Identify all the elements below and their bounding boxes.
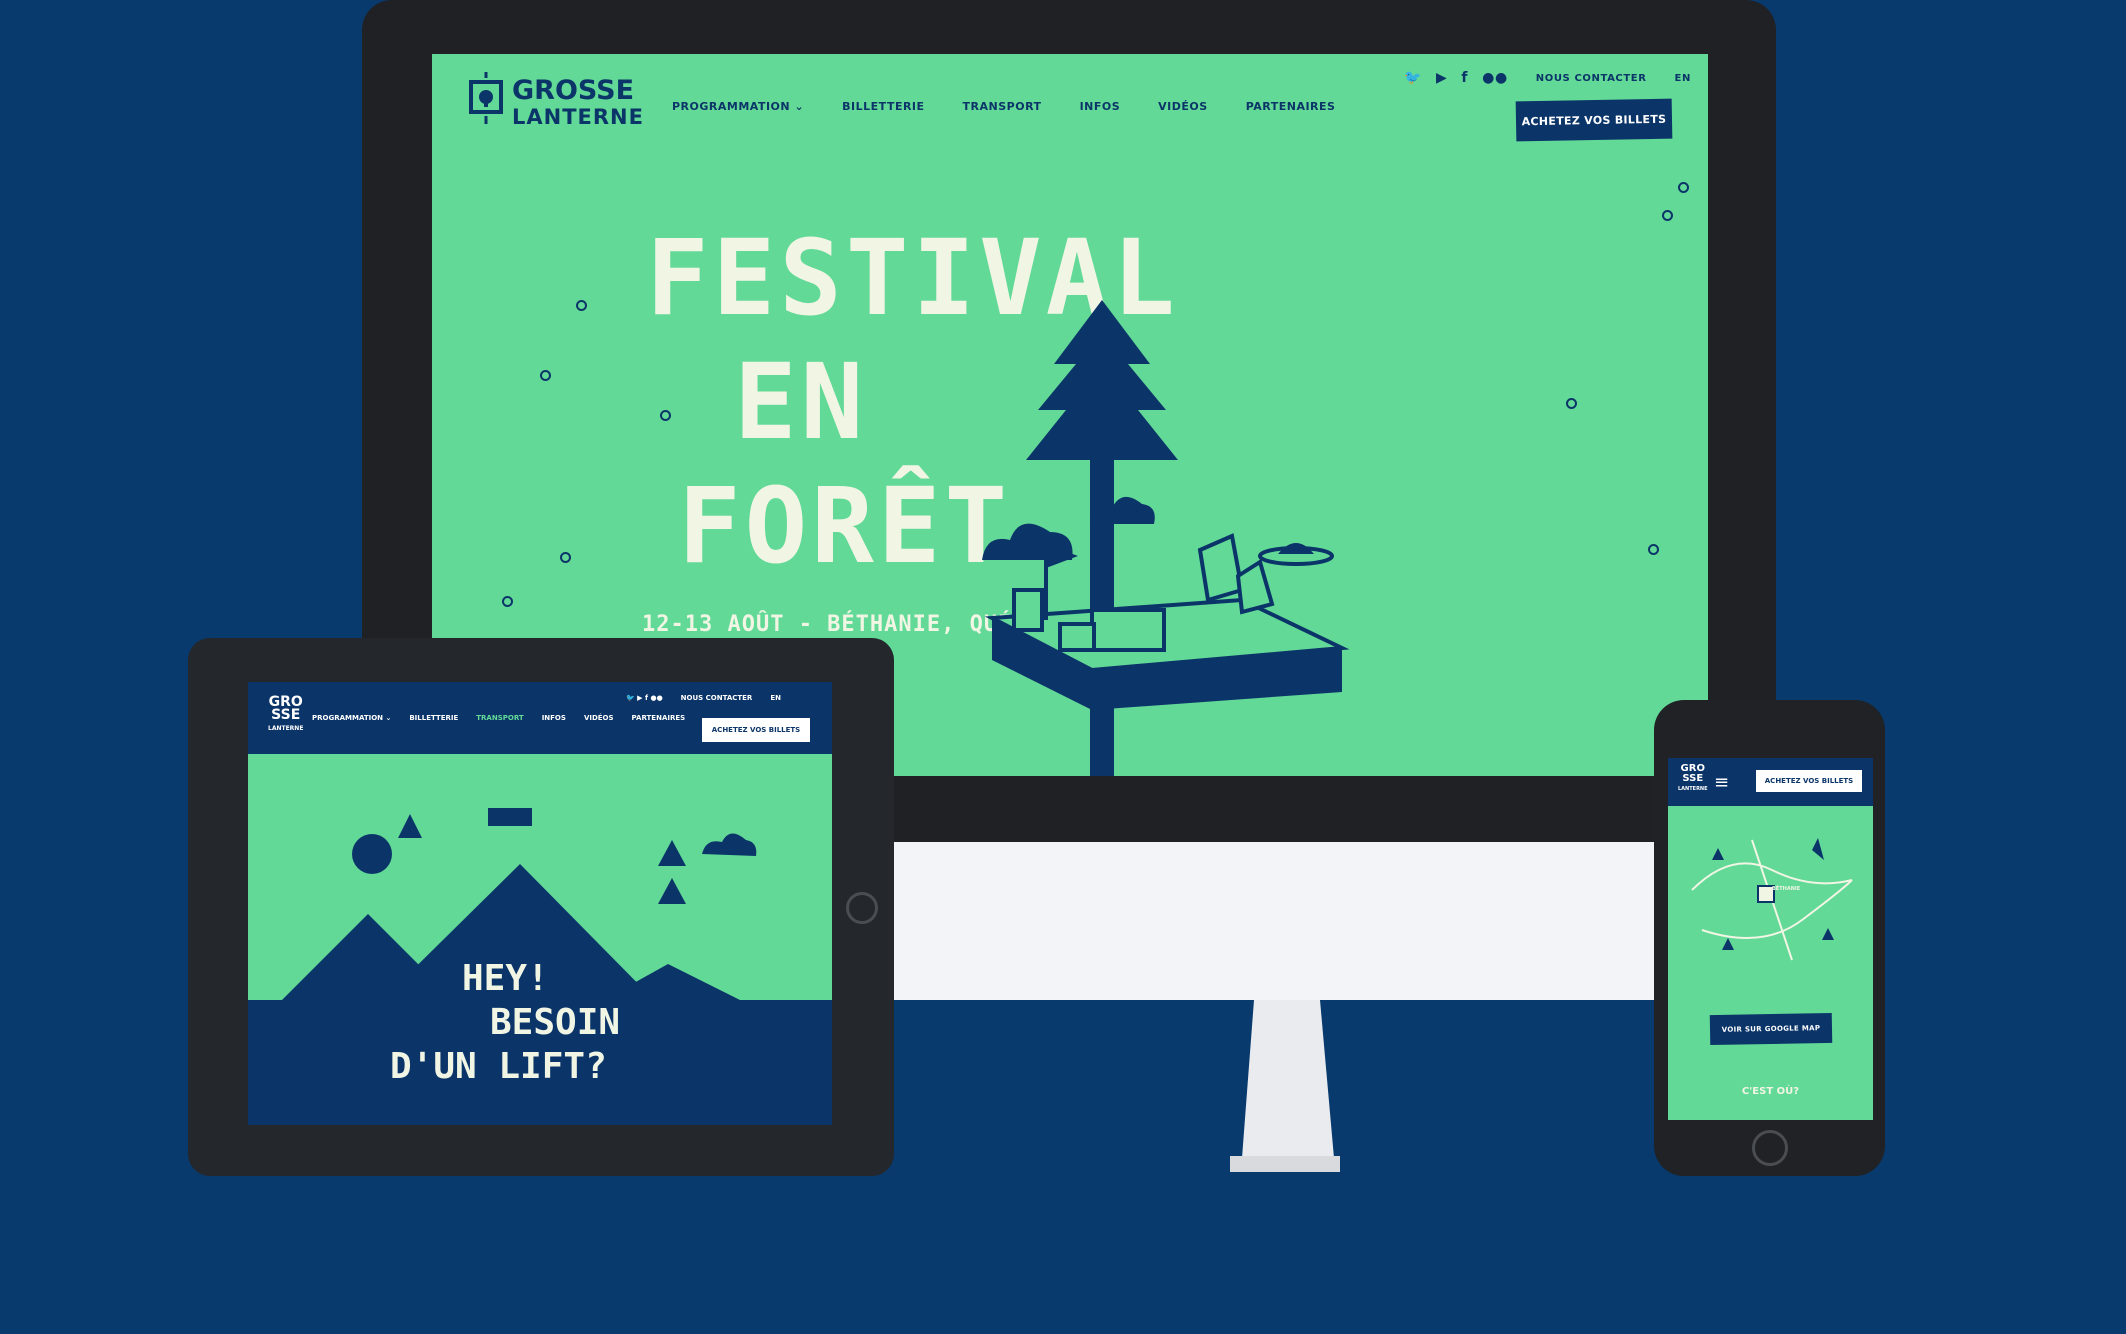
decor-dot — [1566, 398, 1577, 409]
tablet-logo-line-2: SSE — [271, 707, 301, 723]
tablet-hero-line-1: HEY! — [462, 958, 549, 999]
tablet-buy-tickets-button[interactable]: ACHETEZ VOS BILLETS — [702, 718, 810, 742]
nav-videos[interactable]: VIDÉOS — [1158, 100, 1208, 113]
location-section-title: C'EST OÙ? — [1741, 1086, 1800, 1097]
nav-transport[interactable]: TRANSPORT — [963, 100, 1042, 113]
tablet-nav: PROGRAMMATION ⌄ BILLETTERIE TRANSPORT IN… — [312, 714, 685, 722]
phone-header: GRO SSE LANTERNE ≡ ACHETEZ VOS BILLETS — [1668, 758, 1873, 806]
top-links: 🐦 ▶ f ●● NOUS CONTACTER EN — [1404, 70, 1691, 86]
nav-programmation[interactable]: PROGRAMMATION ⌄ — [672, 100, 804, 113]
nav-partenaires[interactable]: PARTENAIRES — [1246, 100, 1336, 113]
youtube-icon[interactable]: ▶ — [1436, 70, 1447, 86]
phone-logo-line-2: SSE — [1682, 773, 1704, 784]
tablet-nav-infos[interactable]: INFOS — [542, 714, 566, 722]
tablet-logo[interactable]: GRO SSE LANTERNE — [268, 695, 304, 735]
buy-tickets-button[interactable]: ACHETEZ VOS BILLETS — [1515, 98, 1673, 142]
floating-island-illustration — [982, 300, 1350, 776]
tablet-nav-billetterie[interactable]: BILLETTERIE — [409, 714, 458, 722]
decor-dot — [1662, 210, 1673, 221]
contact-link[interactable]: NOUS CONTACTER — [1536, 73, 1647, 84]
decor-dot — [1648, 544, 1659, 555]
flickr-icon[interactable]: ●● — [1482, 70, 1508, 86]
tablet-header: GRO SSE LANTERNE PROGRAMMATION ⌄ BILLETT… — [248, 682, 832, 754]
tablet-home-button — [846, 892, 878, 924]
decor-dot — [540, 370, 551, 381]
tablet-top-links: 🐦 ▶ f ●● NOUS CONTACTER EN — [626, 694, 781, 702]
phone-logo[interactable]: GRO SSE LANTERNE — [1678, 764, 1708, 794]
nav-billetterie[interactable]: BILLETTERIE — [842, 100, 924, 113]
tablet-logo-line-3: LANTERNE — [268, 725, 304, 732]
lantern-logo-icon[interactable] — [466, 72, 508, 124]
tablet-nav-videos[interactable]: VIDÉOS — [584, 714, 614, 722]
google-map-button[interactable]: VOIR SUR GOOGLE MAP — [1709, 1012, 1833, 1046]
tablet-hero-line-2: BESOIN — [490, 1002, 621, 1043]
tablet-website: GRO SSE LANTERNE PROGRAMMATION ⌄ BILLETT… — [248, 682, 832, 1125]
menu-icon[interactable]: ≡ — [1714, 772, 1729, 793]
decor-dot — [560, 552, 571, 563]
tablet-hero-line-3: D'UN LIFT? — [390, 1046, 607, 1087]
decor-dot — [576, 300, 587, 311]
phone-home-button — [1752, 1130, 1788, 1166]
tablet-nav-programmation[interactable]: PROGRAMMATION ⌄ — [312, 714, 391, 722]
logo-line-1: GROSSE — [512, 75, 635, 106]
logo-wordmark[interactable]: GROSSE LANTERNE — [512, 75, 644, 130]
decor-dot — [660, 410, 671, 421]
phone-buy-tickets-button[interactable]: ACHETEZ VOS BILLETS — [1756, 770, 1862, 792]
social-icons: 🐦 ▶ f ●● — [1404, 70, 1508, 86]
tablet-social-icons[interactable]: 🐦 ▶ f ●● — [626, 694, 663, 702]
language-switch[interactable]: EN — [1675, 73, 1691, 84]
hero-title-line-2: EN — [734, 341, 868, 463]
phone-website: GRO SSE LANTERNE ≡ ACHETEZ VOS BILLETS B… — [1668, 758, 1873, 1120]
tablet-language-switch[interactable]: EN — [770, 694, 781, 702]
tablet-contact-link[interactable]: NOUS CONTACTER — [681, 694, 753, 702]
map-center-label: BÉTHANIE — [1772, 886, 1801, 892]
chevron-down-icon: ⌄ — [794, 100, 805, 113]
nav-infos[interactable]: INFOS — [1080, 100, 1121, 113]
decor-dot — [502, 596, 513, 607]
monitor-stand — [1230, 1000, 1340, 1172]
phone-logo-line-3: LANTERNE — [1678, 786, 1708, 792]
main-nav: PROGRAMMATION ⌄ BILLETTERIE TRANSPORT IN… — [672, 100, 1335, 113]
logo-line-2: LANTERNE — [512, 105, 644, 129]
location-map — [1691, 838, 1853, 961]
decor-dot — [1678, 182, 1689, 193]
tablet-nav-transport[interactable]: TRANSPORT — [476, 714, 523, 722]
twitter-icon[interactable]: 🐦 — [1404, 70, 1422, 86]
tablet-nav-partenaires[interactable]: PARTENAIRES — [632, 714, 686, 722]
facebook-icon[interactable]: f — [1461, 70, 1468, 86]
